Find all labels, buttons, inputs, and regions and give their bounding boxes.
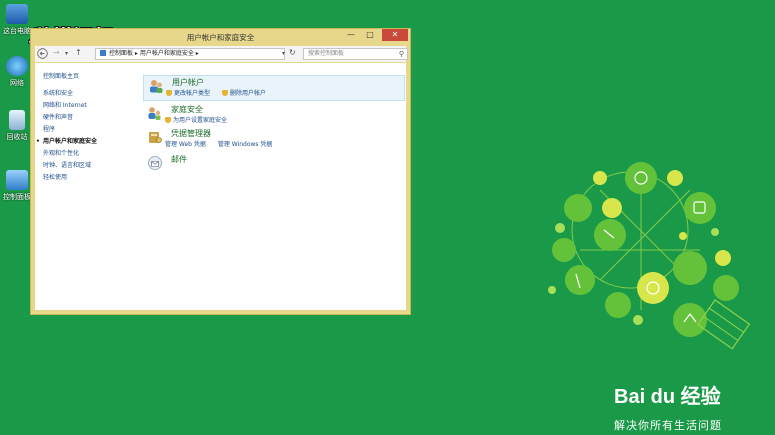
control-panel-small-icon [100,50,106,56]
manage-windows-credentials-link[interactable]: 管理 Windows 凭据 [218,141,273,148]
content-pane: 控制面板主页 系统和安全 网络和 Internet 硬件和声音 程序 用户帐户和… [35,63,406,310]
sidebar: 控制面板主页 系统和安全 网络和 Internet 硬件和声音 程序 用户帐户和… [36,71,143,184]
search-icon[interactable]: ⚲ [399,49,404,59]
change-account-type-link[interactable]: 更改帐户类型 [166,90,210,97]
category-links: 管理 Web 凭据 管理 Windows 凭据 [165,139,282,148]
sidebar-item-ease-of-access[interactable]: 轻松使用 [43,172,143,184]
category-title[interactable]: 邮件 [171,154,187,165]
up-arrow-icon[interactable]: ↑ [75,48,82,57]
category-links: 为用户设置家庭安全 [165,115,237,124]
computer-icon [6,4,28,24]
refresh-icon[interactable]: ↻ [289,48,296,57]
category-family-safety[interactable]: 家庭安全 为用户设置家庭安全 [143,103,405,127]
search-placeholder: 搜索控制面板 [308,50,345,57]
credential-manager-icon [147,129,163,145]
desktop-icon-recycle-bin[interactable]: 回收站 [2,110,32,142]
forward-arrow-icon[interactable]: → [53,48,60,57]
minimize-button[interactable]: — [344,29,358,41]
address-path: 控制面板 ▸ 用户帐户和家庭安全 ▸ [109,50,199,57]
sidebar-item-user-accounts[interactable]: 用户帐户和家庭安全 [36,136,143,148]
title-bar[interactable]: 用户帐户和家庭安全 — □ ✕ [31,29,410,45]
desktop-icon-network[interactable]: 网络 [2,56,32,88]
sidebar-home-link[interactable]: 控制面板主页 [43,71,143,80]
mail-icon [147,155,163,171]
user-accounts-icon [148,78,164,94]
category-credential-manager[interactable]: 凭据管理器 管理 Web 凭据 管理 Windows 凭据 [143,127,405,151]
category-title[interactable]: 用户帐户 [172,77,204,88]
sidebar-item-appearance[interactable]: 外观和个性化 [43,148,143,160]
category-links: 更改帐户类型 删除用户帐户 [166,88,276,97]
address-bar-row: → ▾ ↑ 控制面板 ▸ 用户帐户和家庭安全 ▸ ▾ ↻ 搜索控制面板 ⚲ [35,46,408,62]
category-user-accounts[interactable]: 用户帐户 更改帐户类型 删除用户帐户 [143,75,405,101]
address-field[interactable]: 控制面板 ▸ 用户帐户和家庭安全 ▸ [95,48,285,60]
control-panel-window: 用户帐户和家庭安全 — □ ✕ → ▾ ↑ 控制面板 ▸ 用户帐户和家庭安全 ▸… [30,28,411,315]
decorative-bubbles-illustration [548,162,751,350]
control-panel-icon [6,170,28,190]
category-title[interactable]: 家庭安全 [171,104,203,115]
search-input[interactable]: 搜索控制面板 ⚲ [303,48,408,60]
category-mail[interactable]: 邮件 [143,153,405,171]
close-button[interactable]: ✕ [382,29,408,41]
category-title[interactable]: 凭据管理器 [171,128,211,139]
baidu-tagline: 解决你所有生活问题 [614,419,722,432]
family-safety-icon [147,105,163,121]
recycle-bin-icon [9,110,25,130]
sidebar-item-network[interactable]: 网络和 Internet [43,100,143,112]
back-arrow-icon[interactable] [37,48,48,61]
sidebar-item-system-security[interactable]: 系统和安全 [43,88,143,100]
shield-icon [166,90,172,96]
network-icon [6,56,28,76]
shield-icon [221,90,228,96]
sidebar-item-clock-region[interactable]: 时钟、语言和区域 [43,160,143,172]
manage-web-credentials-link[interactable]: 管理 Web 凭据 [165,141,206,148]
baidu-jingyan-logo: Bai du 经验 [614,386,721,408]
set-family-safety-link[interactable]: 为用户设置家庭安全 [165,117,227,124]
maximize-button[interactable]: □ [360,29,380,41]
history-dropdown-icon[interactable]: ▾ [65,50,68,57]
shield-icon [165,117,171,123]
sidebar-item-hardware-sound[interactable]: 硬件和声音 [43,112,143,124]
sidebar-item-programs[interactable]: 程序 [43,124,143,136]
desktop-icon-control-panel[interactable]: 控制面板 [2,170,32,202]
delete-user-account-link[interactable]: 删除用户帐户 [221,90,266,97]
address-dropdown-icon[interactable]: ▾ [282,50,285,57]
